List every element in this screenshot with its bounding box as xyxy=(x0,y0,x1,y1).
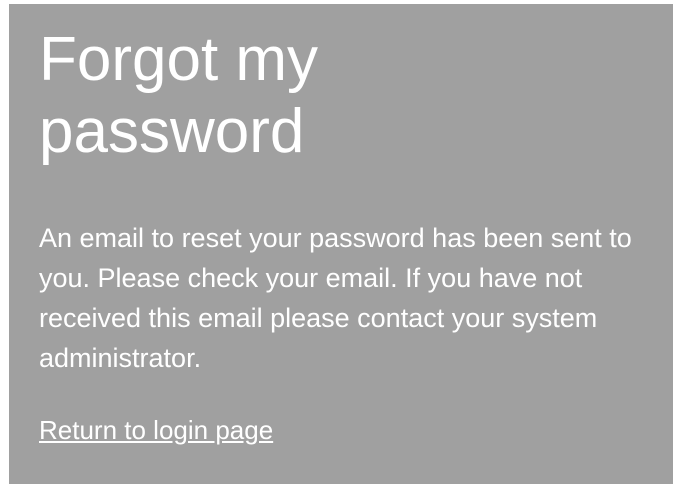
return-to-login-link[interactable]: Return to login page xyxy=(39,414,273,446)
forgot-password-panel: Forgot my password An email to reset you… xyxy=(9,4,673,484)
page-title: Forgot my password xyxy=(39,25,319,166)
reset-confirmation-message: An email to reset your password has been… xyxy=(39,223,632,373)
